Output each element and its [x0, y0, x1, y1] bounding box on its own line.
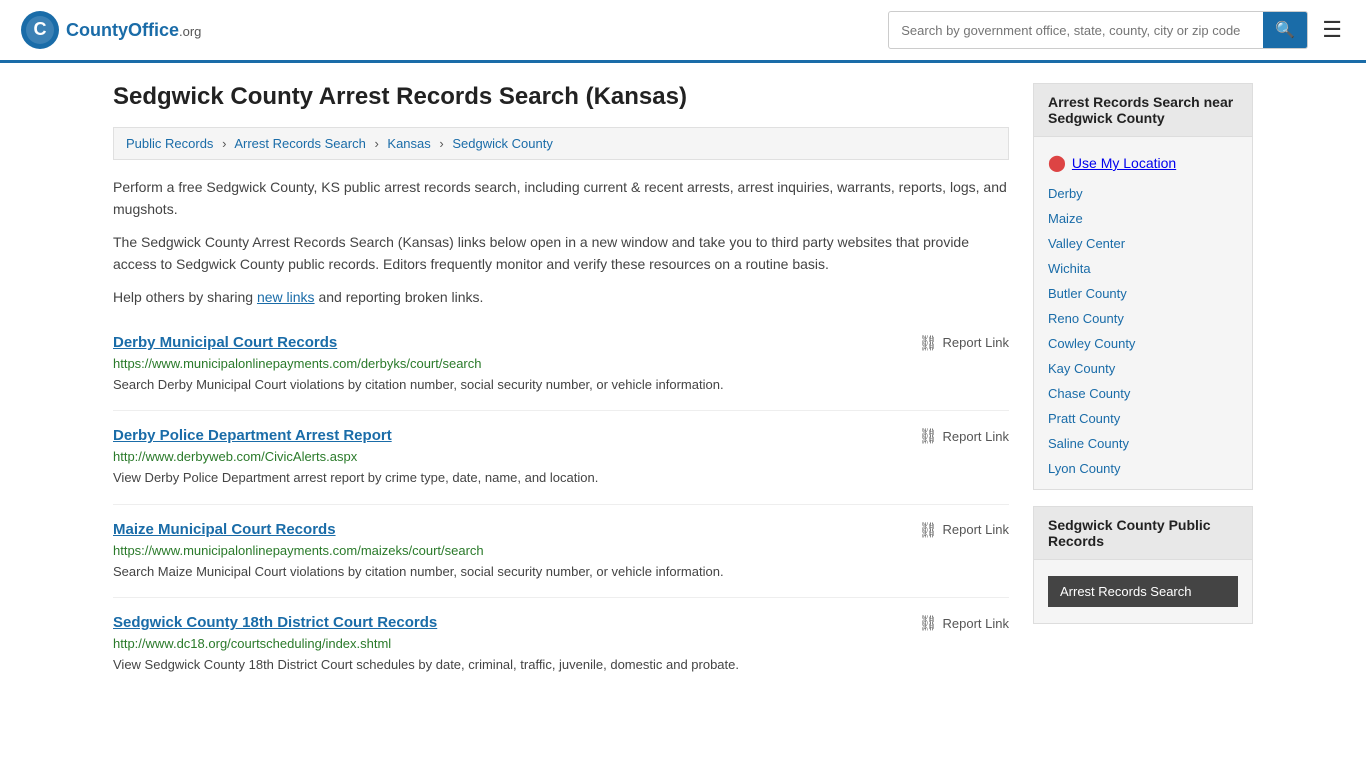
- sidebar-nearby-link-5[interactable]: Reno County: [1048, 311, 1124, 326]
- breadcrumb-sep-2: ›: [374, 136, 378, 151]
- sidebar-nearby-link-9[interactable]: Pratt County: [1048, 411, 1120, 426]
- sidebar: Arrest Records Search near Sedgwick Coun…: [1033, 83, 1253, 691]
- logo-text: CountyOffice.org: [66, 20, 201, 41]
- sidebar-link-item: Pratt County: [1034, 406, 1252, 431]
- search-button[interactable]: 🔍: [1263, 12, 1307, 48]
- record-url-3: http://www.dc18.org/courtscheduling/inde…: [113, 636, 1009, 651]
- sidebar-public-records-title: Sedgwick County Public Records: [1034, 507, 1252, 560]
- record-header: Derby Municipal Court Records ⛓ Report L…: [113, 334, 1009, 352]
- record-header: Derby Police Department Arrest Report ⛓ …: [113, 427, 1009, 445]
- svg-text:C: C: [34, 19, 47, 39]
- search-input[interactable]: [889, 15, 1263, 46]
- desc3-suffix: and reporting broken links.: [315, 289, 484, 305]
- record-header: Sedgwick County 18th District Court Reco…: [113, 614, 1009, 632]
- sidebar-link-item: Derby: [1034, 181, 1252, 206]
- page-title: Sedgwick County Arrest Records Search (K…: [113, 83, 1009, 111]
- sidebar-link-item: Lyon County: [1034, 456, 1252, 481]
- page-container: Sedgwick County Arrest Records Search (K…: [93, 63, 1273, 711]
- records-list: Derby Municipal Court Records ⛓ Report L…: [113, 318, 1009, 691]
- use-my-location-item[interactable]: ⬤ Use My Location: [1034, 145, 1252, 181]
- record-url-2: https://www.municipalonlinepayments.com/…: [113, 543, 1009, 558]
- breadcrumb-sep-1: ›: [222, 136, 226, 151]
- report-icon-2: ⛓: [918, 521, 937, 539]
- sidebar-nearby-link-4[interactable]: Butler County: [1048, 286, 1127, 301]
- record-desc-2: Search Maize Municipal Court violations …: [113, 562, 1009, 582]
- record-item: Sedgwick County 18th District Court Reco…: [113, 598, 1009, 691]
- sidebar-nearby-link-8[interactable]: Chase County: [1048, 386, 1130, 401]
- sidebar-links-container: Derby Maize Valley Center Wichita Butler Cou…: [1034, 181, 1252, 481]
- logo-area: C CountyOffice.org: [20, 10, 201, 50]
- header-right: 🔍 ☰: [888, 11, 1346, 49]
- description-2: The Sedgwick County Arrest Records Searc…: [113, 231, 1009, 276]
- report-icon-0: ⛓: [918, 334, 937, 352]
- sidebar-public-records-box: Sedgwick County Public Records Arrest Re…: [1033, 506, 1253, 624]
- sidebar-link-item: Cowley County: [1034, 331, 1252, 356]
- sidebar-nearby-link-1[interactable]: Maize: [1048, 211, 1083, 226]
- sidebar-nearby-link-7[interactable]: Kay County: [1048, 361, 1115, 376]
- report-link-button-0[interactable]: ⛓ Report Link: [918, 334, 1009, 352]
- report-link-button-3[interactable]: ⛓ Report Link: [918, 614, 1009, 632]
- sidebar-link-item: Wichita: [1034, 256, 1252, 281]
- record-url-0: https://www.municipalonlinepayments.com/…: [113, 356, 1009, 371]
- sidebar-link-item: Maize: [1034, 206, 1252, 231]
- record-desc-0: Search Derby Municipal Court violations …: [113, 375, 1009, 395]
- arrest-records-search-button[interactable]: Arrest Records Search: [1048, 576, 1238, 607]
- desc3-prefix: Help others by sharing: [113, 289, 257, 305]
- search-bar: 🔍: [888, 11, 1308, 49]
- use-my-location-link[interactable]: Use My Location: [1072, 155, 1176, 171]
- sidebar-nearby-link-3[interactable]: Wichita: [1048, 261, 1091, 276]
- breadcrumb-sep-3: ›: [439, 136, 443, 151]
- report-link-button-2[interactable]: ⛓ Report Link: [918, 521, 1009, 539]
- sidebar-nearby-list: ⬤ Use My Location Derby Maize Valley Cente…: [1034, 137, 1252, 489]
- record-header: Maize Municipal Court Records ⛓ Report L…: [113, 521, 1009, 539]
- breadcrumb-public-records[interactable]: Public Records: [126, 136, 213, 151]
- breadcrumb-arrest-records[interactable]: Arrest Records Search: [234, 136, 366, 151]
- report-icon-3: ⛓: [918, 614, 937, 632]
- report-icon-1: ⛓: [918, 427, 937, 445]
- sidebar-nearby-link-10[interactable]: Saline County: [1048, 436, 1129, 451]
- record-item: Derby Municipal Court Records ⛓ Report L…: [113, 318, 1009, 412]
- breadcrumb-sedgwick[interactable]: Sedgwick County: [452, 136, 552, 151]
- sidebar-nearby-link-2[interactable]: Valley Center: [1048, 236, 1125, 251]
- sidebar-nearby-link-0[interactable]: Derby: [1048, 186, 1083, 201]
- record-item: Derby Police Department Arrest Report ⛓ …: [113, 411, 1009, 505]
- sidebar-link-item: Butler County: [1034, 281, 1252, 306]
- sidebar-nearby-title: Arrest Records Search near Sedgwick Coun…: [1034, 84, 1252, 137]
- sidebar-link-item: Valley Center: [1034, 231, 1252, 256]
- new-links-link[interactable]: new links: [257, 289, 315, 305]
- sidebar-link-item: Kay County: [1034, 356, 1252, 381]
- sidebar-link-item: Reno County: [1034, 306, 1252, 331]
- record-desc-3: View Sedgwick County 18th District Court…: [113, 655, 1009, 675]
- description-1: Perform a free Sedgwick County, KS publi…: [113, 176, 1009, 221]
- menu-button[interactable]: ☰: [1318, 13, 1346, 47]
- logo-icon: C: [20, 10, 60, 50]
- description-3: Help others by sharing new links and rep…: [113, 286, 1009, 308]
- breadcrumb: Public Records › Arrest Records Search ›…: [113, 127, 1009, 160]
- record-title-0[interactable]: Derby Municipal Court Records: [113, 334, 337, 351]
- record-url-1: http://www.derbyweb.com/CivicAlerts.aspx: [113, 449, 1009, 464]
- record-item: Maize Municipal Court Records ⛓ Report L…: [113, 505, 1009, 599]
- header: C CountyOffice.org 🔍 ☰: [0, 0, 1366, 63]
- sidebar-nearby-link-11[interactable]: Lyon County: [1048, 461, 1121, 476]
- sidebar-link-item: Saline County: [1034, 431, 1252, 456]
- record-title-2[interactable]: Maize Municipal Court Records: [113, 521, 336, 538]
- sidebar-public-records-list: Arrest Records Search: [1034, 560, 1252, 623]
- main-content: Sedgwick County Arrest Records Search (K…: [113, 83, 1009, 691]
- record-title-1[interactable]: Derby Police Department Arrest Report: [113, 427, 392, 444]
- location-icon: ⬤: [1048, 153, 1066, 173]
- report-link-button-1[interactable]: ⛓ Report Link: [918, 427, 1009, 445]
- sidebar-nearby-box: Arrest Records Search near Sedgwick Coun…: [1033, 83, 1253, 490]
- breadcrumb-kansas[interactable]: Kansas: [387, 136, 430, 151]
- sidebar-link-item: Chase County: [1034, 381, 1252, 406]
- record-desc-1: View Derby Police Department arrest repo…: [113, 468, 1009, 488]
- sidebar-nearby-link-6[interactable]: Cowley County: [1048, 336, 1135, 351]
- record-title-3[interactable]: Sedgwick County 18th District Court Reco…: [113, 614, 437, 631]
